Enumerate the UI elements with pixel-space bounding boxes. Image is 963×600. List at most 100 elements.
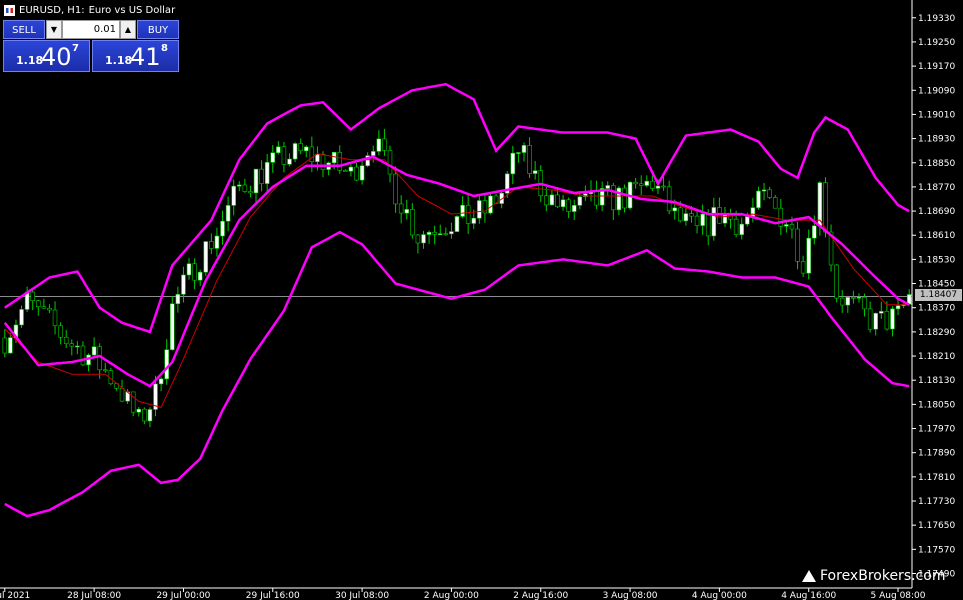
bull-candle-body	[359, 165, 365, 181]
bear-candle-body	[867, 308, 873, 330]
buy-button[interactable]: BUY	[137, 20, 179, 39]
bull-candle-body	[426, 232, 432, 235]
bear-candle-body	[58, 325, 63, 338]
lot-decrease-button[interactable]: ▼	[46, 20, 62, 39]
x-tick-label: 29 Jul 00:00	[156, 591, 210, 600]
current-price-label: 1.18407	[915, 289, 962, 301]
bear-candle-body	[382, 138, 387, 151]
x-tick-label: 27 Jul 2021	[0, 591, 30, 600]
chart-header: EURUSD, H1: Euro vs US Dollar	[4, 3, 175, 17]
y-tick-label: 1.18770	[918, 183, 955, 193]
x-tick-label: 5 Aug 08:00	[871, 591, 926, 600]
bear-candle-body	[544, 195, 549, 206]
bear-candle-body	[69, 343, 75, 347]
bull-candle-body	[437, 233, 443, 235]
bear-candle-body	[36, 300, 41, 307]
y-tick-label: 1.18850	[918, 159, 955, 169]
y-tick-label: 1.19250	[918, 38, 955, 48]
bull-candle-body	[879, 311, 884, 314]
bull-candle-body	[460, 204, 465, 217]
bull-candle-body	[756, 190, 761, 208]
bid-price-button[interactable]: 1.18 40 7	[3, 40, 90, 72]
bear-candle-body	[823, 182, 828, 233]
bull-candle-body	[170, 303, 175, 350]
bear-candle-body	[337, 152, 343, 171]
bull-candle-body	[19, 309, 24, 326]
bull-candle-body	[181, 274, 186, 295]
bull-candle-body	[510, 152, 516, 175]
lot-increase-button[interactable]: ▲	[120, 20, 136, 39]
x-tick-label: 28 Jul 08:00	[67, 591, 121, 600]
bear-candle-body	[678, 207, 683, 222]
bull-candle-body	[304, 146, 309, 152]
price-chart[interactable]: 1.19330 1.19250 1.19170 1.19090 1.19010 1.189…	[0, 0, 963, 600]
bear-candle-body	[884, 311, 890, 330]
bull-candle-body	[806, 237, 811, 274]
bull-candle-body	[873, 312, 878, 330]
bear-candle-body	[192, 263, 197, 281]
y-tick-label: 1.17970	[918, 425, 955, 435]
bull-candle-body	[454, 216, 460, 232]
bull-candle-body	[856, 296, 862, 299]
bear-candle-body	[415, 234, 421, 244]
bear-candle-body	[689, 213, 694, 217]
bull-candle-body	[186, 263, 192, 276]
bear-candle-body	[2, 337, 8, 354]
bull-candle-body	[711, 207, 717, 237]
bear-candle-body	[393, 173, 398, 205]
symbol-label: EURUSD, H1:	[19, 4, 85, 16]
bull-candle-body	[672, 207, 677, 212]
bear-candle-body	[767, 189, 772, 198]
bull-candle-body	[700, 213, 705, 226]
watermark-logo: ForexBrokers.com	[802, 568, 945, 584]
bear-candle-body	[343, 170, 348, 172]
bull-candle-body	[571, 205, 577, 212]
bear-candle-body	[566, 199, 571, 212]
bear-candle-body	[443, 233, 449, 235]
bull-candle-body	[471, 217, 477, 224]
bear-candle-body	[834, 264, 839, 299]
bull-candle-body	[761, 189, 767, 192]
bear-candle-body	[851, 297, 856, 299]
bear-candle-body	[142, 408, 147, 422]
bull-candle-body	[231, 185, 236, 206]
bear-candle-body	[705, 213, 711, 237]
bear-candle-body	[666, 186, 672, 212]
bollinger-middle-band	[3, 155, 910, 388]
bid-prefix: 1.18	[16, 54, 44, 67]
y-tick-label: 1.19170	[918, 62, 955, 72]
x-tick-label: 4 Aug 16:00	[781, 591, 836, 600]
bull-candle-body	[477, 200, 482, 219]
bull-candle-body	[449, 231, 454, 235]
bull-candle-body	[147, 409, 153, 422]
ask-price-button[interactable]: 1.18 41 8	[92, 40, 179, 72]
bull-candle-body	[276, 146, 281, 153]
bull-candle-body	[845, 297, 851, 306]
bull-candle-body	[237, 184, 242, 187]
y-tick-label: 1.18290	[918, 328, 955, 338]
lot-size-input[interactable]: 0.01	[62, 20, 120, 39]
sell-button[interactable]: SELL	[3, 20, 45, 39]
moving-average-line	[4, 153, 910, 408]
bull-candle-body	[225, 205, 231, 222]
bear-candle-body	[30, 291, 35, 301]
bull-candle-body	[331, 152, 337, 164]
bull-candle-body	[376, 138, 382, 152]
bear-candle-body	[80, 345, 86, 366]
y-tick-label: 1.17890	[918, 449, 955, 459]
bear-candle-body	[661, 185, 666, 188]
ask-big-figure: 41	[130, 43, 161, 71]
bear-candle-body	[633, 181, 638, 185]
y-tick-label: 1.18210	[918, 352, 955, 362]
bear-candle-body	[63, 336, 69, 345]
bull-candle-body	[812, 225, 817, 239]
bull-candle-body	[203, 241, 209, 273]
bull-candle-body	[750, 207, 756, 218]
bull-candle-body	[136, 408, 142, 413]
bear-candle-body	[465, 204, 471, 224]
bull-candle-body	[264, 162, 270, 184]
x-tick-label: 4 Aug 00:00	[692, 591, 747, 600]
bull-candle-body	[287, 158, 292, 165]
bull-candle-body	[739, 223, 744, 235]
bull-candle-body	[270, 152, 276, 163]
